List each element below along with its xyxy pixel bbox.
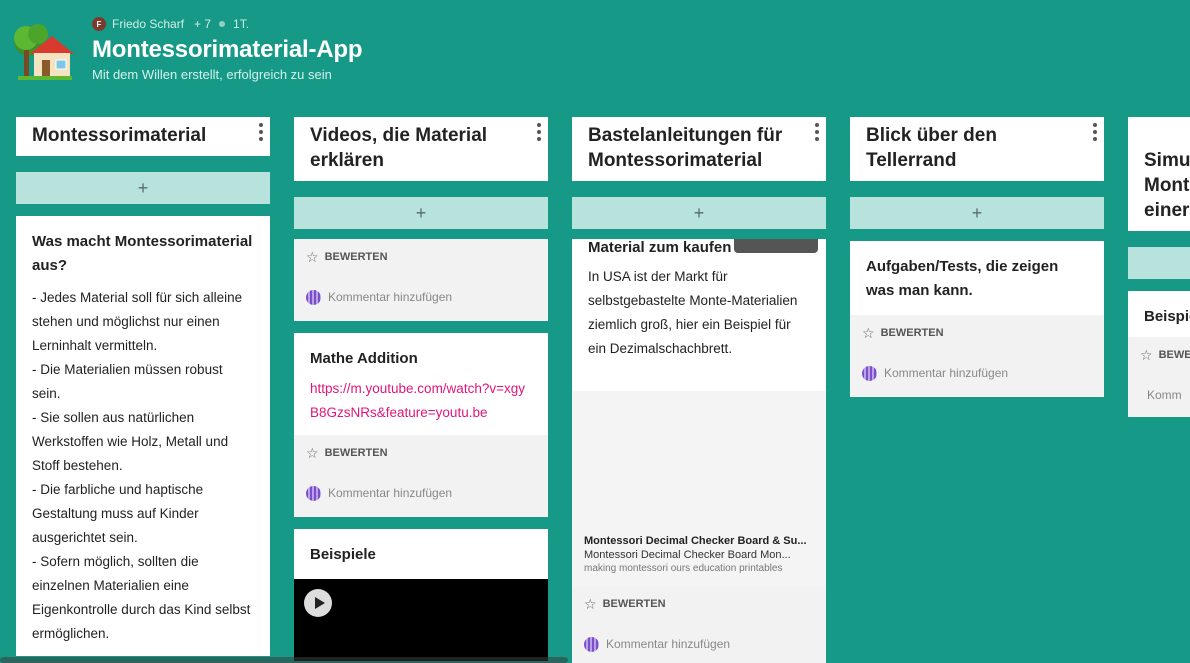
column-title: Montessorimaterial	[32, 125, 207, 146]
column-title: Blick über den Tellerrand	[866, 125, 997, 171]
rate-button[interactable]: ☆ BEWERTEN	[584, 594, 816, 614]
rate-button[interactable]: ☆ BEWE	[1140, 345, 1190, 365]
post-body: In USA ist der Markt für selbstgebastelt…	[588, 269, 798, 356]
add-post-button[interactable]: +	[572, 197, 826, 229]
separator-dot-icon	[219, 21, 226, 27]
post-line: - Jedes Material soll für sich alleine s…	[32, 290, 243, 353]
preview-source: making montessori ours education printab…	[584, 563, 783, 574]
more-options-icon[interactable]	[536, 123, 542, 141]
post-line: - Die Materialien müssen robust sein.	[32, 362, 223, 401]
post-footer: ☆ BEWERTEN Kommentar hinzufügen	[572, 586, 826, 663]
star-icon: ☆	[306, 248, 319, 265]
house-tree-icon	[14, 24, 74, 80]
post-title: Beispie	[1144, 308, 1190, 325]
add-post-button[interactable]: +	[294, 197, 548, 229]
author-name[interactable]: Friedo Scharf	[112, 17, 184, 31]
column-header: Bastelanleitungen für Montessorimaterial	[572, 117, 826, 181]
comment-placeholder: Kommentar hinzufügen	[328, 290, 453, 304]
collaborator-count[interactable]: + 7	[194, 17, 211, 31]
add-comment[interactable]: Kommentar hinzufügen	[306, 483, 538, 503]
link-preview-meta: Montessori Decimal Checker Board & Su...…	[584, 535, 816, 574]
column-bastelanleitungen: Bastelanleitungen für Montessorimaterial…	[572, 117, 826, 663]
add-comment[interactable]: Kommentar hinzufügen	[584, 634, 816, 654]
post-line: - Die farbliche und haptische Gestaltung…	[32, 482, 204, 545]
column-title: Bastelanleitungen für Montessorimaterial	[588, 125, 783, 171]
rate-label: BEWERTEN	[880, 327, 944, 339]
comment-placeholder: Kommentar hinzufügen	[606, 637, 731, 651]
user-avatar	[584, 636, 599, 652]
board-meta: F Friedo Scharf + 7 1T.	[92, 17, 249, 31]
user-avatar	[306, 289, 321, 305]
column-title: Simu Mont einer	[1144, 150, 1190, 221]
add-post-button[interactable]: +	[16, 172, 270, 204]
post-card[interactable]: Beispie ☆ BEWE Komm	[1128, 291, 1190, 417]
star-icon: ☆	[862, 324, 875, 341]
rate-button[interactable]: ☆ BEWERTEN	[306, 247, 538, 267]
board-age: 1T.	[233, 17, 250, 31]
post-card[interactable]: Beispiele	[294, 529, 548, 661]
board-title: Montessorimaterial-App	[92, 36, 363, 63]
star-icon: ☆	[1140, 346, 1153, 363]
horizontal-scrollbar[interactable]	[0, 657, 568, 663]
post-body: - Jedes Material soll für sich alleine s…	[16, 278, 270, 656]
post-card[interactable]: Material zum kaufen In USA ist der Markt…	[572, 239, 826, 663]
add-post-button[interactable]	[1128, 247, 1190, 279]
rate-button[interactable]: ☆ BEWERTEN	[306, 443, 538, 463]
rate-label: BEWERTEN	[324, 251, 388, 263]
post-link[interactable]: https://m.youtube.com/watch?v=xgyB8GzsNR…	[294, 371, 548, 435]
star-icon: ☆	[584, 595, 597, 612]
post-footer: ☆ BEWERTEN Kommentar hinzufügen	[850, 315, 1104, 397]
rate-button[interactable]: ☆ BEWERTEN	[862, 323, 1094, 343]
rate-label: BEWERTEN	[602, 598, 666, 610]
post-footer: ☆ BEWERTEN Kommentar hinzufügen	[294, 435, 548, 517]
add-comment[interactable]: Komm	[1140, 385, 1182, 405]
column-simulation: Simu Mont einer Beispie ☆ BEWE Komm	[1128, 117, 1190, 417]
column-header: Montessorimaterial	[16, 117, 270, 156]
post-actions-toolbar[interactable]	[734, 239, 818, 253]
post-card[interactable]: Aufgaben/Tests, die zeigen was man kann.…	[850, 241, 1104, 397]
user-avatar	[862, 365, 877, 381]
post-card[interactable]: Was macht Montessorimaterial aus? - Jede…	[16, 216, 270, 656]
more-options-icon[interactable]	[814, 123, 820, 141]
play-icon[interactable]	[304, 589, 332, 617]
board-header: F Friedo Scharf + 7 1T. Montessorimateri…	[0, 0, 1190, 100]
column-header: Simu Mont einer	[1128, 117, 1190, 231]
post-line: - Sofern möglich, sollten die einzelnen …	[32, 554, 251, 641]
more-options-icon[interactable]	[1092, 123, 1098, 141]
column-title: Videos, die Material erklären	[310, 125, 488, 171]
add-comment[interactable]: Kommentar hinzufügen	[862, 363, 1094, 383]
rate-label: BEWE	[1158, 349, 1190, 361]
post-footer: ☆ BEWERTEN Kommentar hinzufügen	[294, 239, 548, 321]
comment-placeholder: Komm	[1147, 388, 1182, 402]
author-avatar[interactable]: F	[92, 17, 106, 31]
add-post-button[interactable]: +	[850, 197, 1104, 229]
user-avatar	[306, 485, 321, 501]
column-blick-ueber-den-tellerrand: Blick über den Tellerrand + Aufgaben/Tes…	[850, 117, 1104, 397]
comment-placeholder: Kommentar hinzufügen	[884, 366, 1009, 380]
column-videos: Videos, die Material erklären + ☆ BEWERT…	[294, 117, 548, 661]
rate-label: BEWERTEN	[324, 447, 388, 459]
column-header: Videos, die Material erklären	[294, 117, 548, 181]
board-subtitle: Mit dem Willen erstellt, erfolgreich zu …	[92, 67, 332, 82]
preview-title: Montessori Decimal Checker Board & Su...	[584, 535, 807, 547]
post-title: Beispiele	[310, 546, 376, 563]
preview-description: Montessori Decimal Checker Board Mon...	[584, 549, 791, 561]
post-card[interactable]: Mathe Addition https://m.youtube.com/wat…	[294, 333, 548, 517]
column-montessorimaterial: Montessorimaterial + Was macht Montessor…	[16, 117, 270, 656]
post-footer: ☆ BEWE Komm	[1128, 337, 1190, 417]
comment-placeholder: Kommentar hinzufügen	[328, 486, 453, 500]
star-icon: ☆	[306, 444, 319, 461]
add-comment[interactable]: Kommentar hinzufügen	[306, 287, 538, 307]
post-title: Was macht Montessorimaterial aus?	[32, 233, 253, 274]
post-title: Aufgaben/Tests, die zeigen was man kann.	[866, 258, 1059, 299]
more-options-icon[interactable]	[258, 123, 264, 141]
link-preview[interactable]: Montessori Decimal Checker Board & Su...…	[572, 391, 826, 586]
column-header: Blick über den Tellerrand	[850, 117, 1104, 181]
video-thumbnail[interactable]	[294, 579, 548, 661]
post-title: Mathe Addition	[310, 350, 418, 367]
post-line: - Sie sollen aus natürlichen Werkstoffen…	[32, 410, 229, 473]
